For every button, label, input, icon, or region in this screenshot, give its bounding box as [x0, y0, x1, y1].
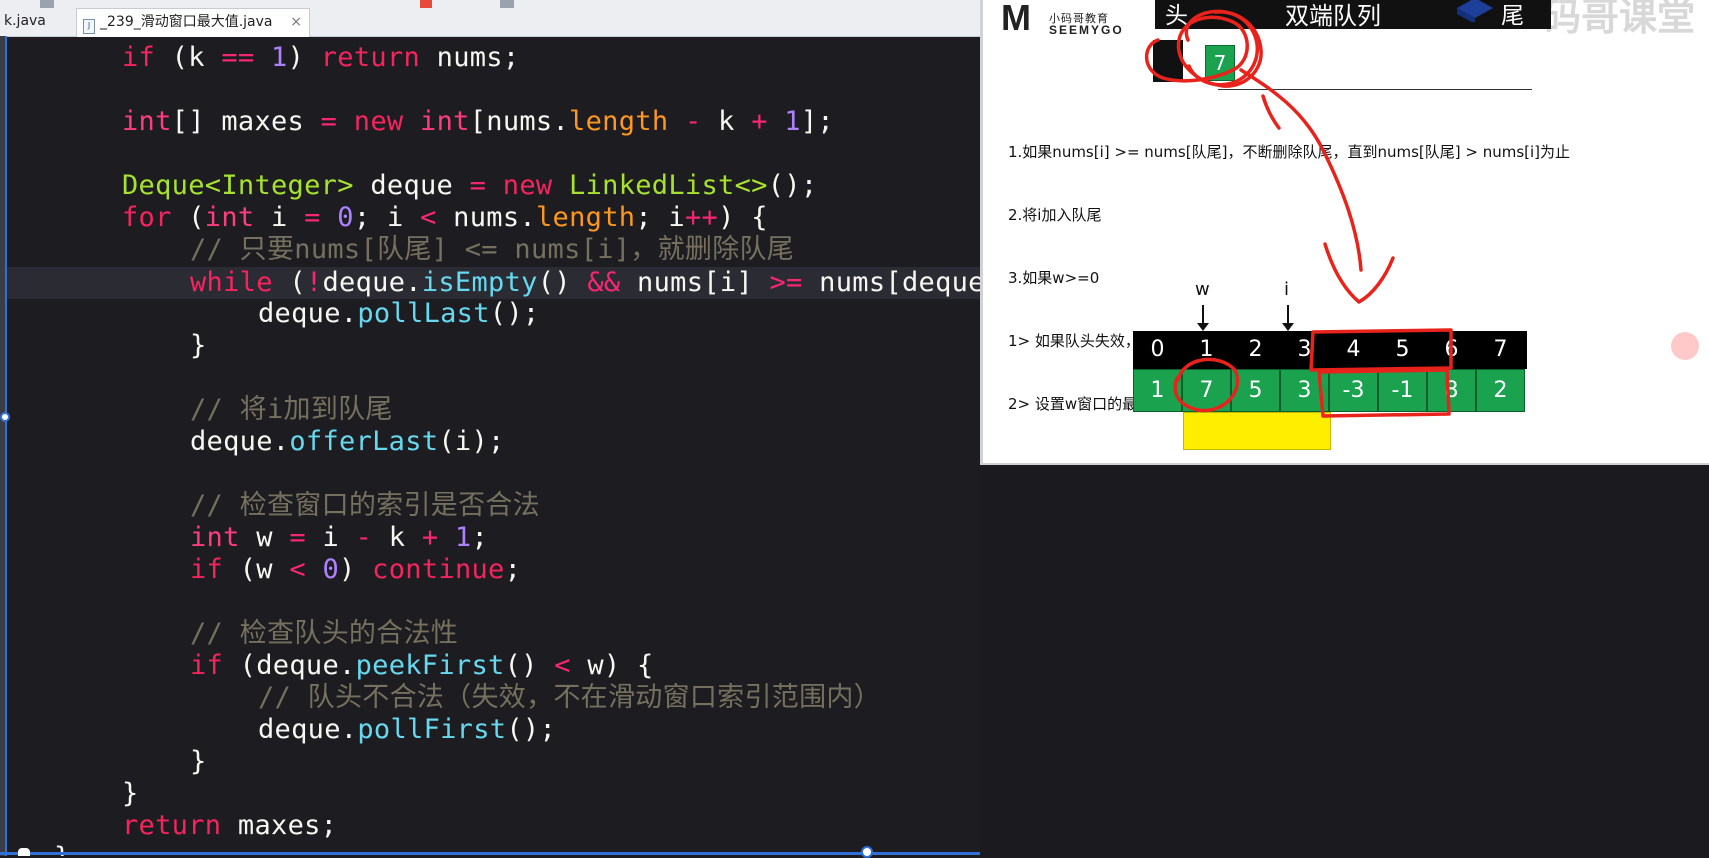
step-2: 2.将i加入队尾 [1008, 206, 1102, 224]
code-line: while (!deque.isEmpty() && nums[i] >= nu… [190, 267, 980, 298]
tab-sliding-window-max[interactable]: J _239_滑动窗口最大值.java × [76, 8, 310, 37]
code-line: } [190, 330, 207, 361]
selection-edge [5, 36, 7, 856]
window-pointer-arrow [1197, 305, 1209, 331]
resize-handle[interactable] [861, 846, 873, 858]
deque-head-label: 头 [1165, 3, 1188, 29]
deque-header-bar: 头 双端队列 尾 [1155, 0, 1551, 30]
code-line: if (k == 1) return nums; [122, 42, 520, 73]
toolbar-fragment [40, 0, 54, 8]
array-value: -3 [1329, 369, 1378, 412]
window-pointer-label: w [1195, 279, 1210, 300]
window-range-bar [1183, 412, 1331, 450]
watermark: 码哥课堂 [1543, 0, 1696, 39]
code-line: int[] maxes = new int[nums.length - k + … [122, 106, 834, 137]
deque-tail-label: 尾 [1501, 3, 1524, 29]
code-line: } [190, 746, 207, 777]
step-1: 1.如果nums[i] >= nums[队尾]，不断删除队尾，直到nums[队尾… [1008, 143, 1571, 161]
array-index: 2 [1248, 337, 1263, 362]
array-index: 1 [1199, 337, 1214, 362]
code-comment: // 只要nums[队尾] <= nums[i]，就删除队尾 [190, 234, 795, 265]
divider [1218, 89, 1532, 90]
index-pointer-arrow [1282, 305, 1294, 331]
array-index: 3 [1297, 337, 1312, 362]
resize-handle[interactable] [18, 848, 30, 856]
selection-edge [0, 852, 980, 855]
java-file-icon: J [83, 19, 95, 34]
array-index: 7 [1493, 337, 1508, 362]
code-comment: // 队头不合法（失效，不在滑动窗口索引范围内） [258, 682, 881, 713]
array-value: -1 [1378, 369, 1427, 412]
code-comment: // 将i加到队尾 [190, 394, 393, 425]
mini-deque-cell [1153, 40, 1183, 82]
array-value: 3 [1280, 369, 1329, 412]
mini-deque-value: 7 [1205, 45, 1235, 81]
code-comment: // 检查窗口的索引是否合法 [190, 490, 540, 521]
tab-k-java[interactable]: k.java [0, 8, 76, 36]
code-line: deque.pollLast(); [258, 298, 540, 329]
array-value-row: 1 7 5 3 -3 -1 8 2 [1133, 369, 1527, 412]
logo-mark: M [1001, 0, 1031, 38]
code-line: for (int i = 0; i < nums.length; i++) { [122, 202, 768, 233]
array-index: 4 [1346, 337, 1361, 362]
code-line: deque.offerLast(i); [190, 426, 505, 457]
tab-label: _239_滑动窗口最大值.java [100, 14, 273, 30]
array-index: 5 [1395, 337, 1410, 362]
code-line: deque.pollFirst(); [258, 714, 557, 745]
close-tab-icon[interactable]: × [290, 9, 302, 35]
array-value: 5 [1231, 369, 1280, 412]
array-value: 7 [1182, 369, 1231, 412]
deque-cube-icon [1457, 0, 1493, 22]
slide-panel: 码哥课堂 M 小码哥教育 SEEMYGO 头 双端队列 尾 7 1.如果nums… [980, 0, 1709, 465]
resize-handle[interactable] [0, 412, 10, 422]
cursor-highlight [1671, 332, 1699, 360]
code-comment: // 检查队头的合法性 [190, 618, 459, 649]
code-editor[interactable]: k.java J _239_滑动窗口最大值.java × if (k == 1) … [0, 0, 980, 858]
code-line: } [122, 778, 139, 809]
index-pointer-label: i [1284, 279, 1290, 300]
code-line: int w = i - k + 1; [190, 522, 489, 553]
code-line: if (w < 0) continue; [190, 554, 522, 585]
array-value: 2 [1476, 369, 1525, 412]
array-index: 0 [1150, 337, 1165, 362]
array-value: 1 [1133, 369, 1182, 412]
toolbar-fragment [420, 0, 432, 8]
code-area[interactable]: if (k == 1) return nums; int[] maxes = n… [0, 36, 980, 856]
array-index: 6 [1444, 337, 1459, 362]
logo-english: SEEMYGO [1049, 23, 1124, 37]
seemygo-logo: M 小码哥教育 SEEMYGO [1001, 0, 1141, 40]
toolbar-fragment [500, 0, 514, 8]
code-line: if (deque.peekFirst() < w) { [190, 650, 654, 681]
array-index-row: 0 1 2 3 4 5 6 7 [1133, 331, 1527, 369]
tab-label: k.java [4, 13, 46, 29]
deque-title: 双端队列 [1285, 2, 1381, 30]
code-line: Deque<Integer> deque = new LinkedList<>(… [122, 170, 818, 201]
array-value: 8 [1427, 369, 1476, 412]
editor-tab-bar: k.java J _239_滑动窗口最大值.java × [0, 0, 980, 37]
code-line: return maxes; [122, 810, 338, 841]
